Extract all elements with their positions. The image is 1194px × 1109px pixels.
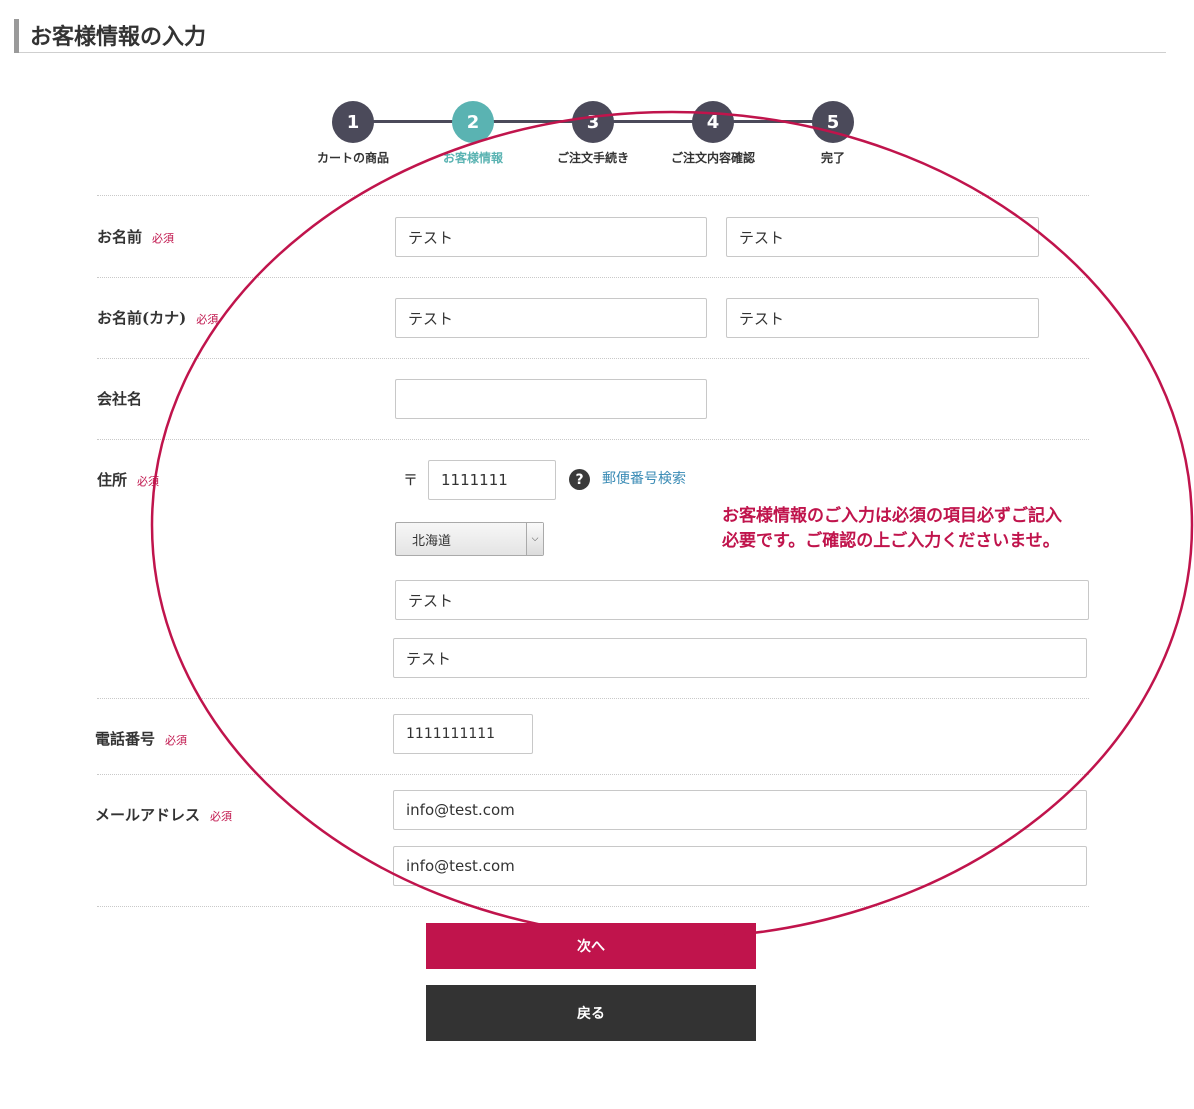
required-badge: 必須 — [165, 734, 188, 747]
prefecture-select[interactable]: 北海道 ⌵ — [395, 522, 544, 556]
required-badge: 必須 — [196, 313, 219, 326]
required-badge: 必須 — [210, 810, 233, 823]
annotation-note-line2: 必要です。ご確認の上ご入力くださいませ。 — [722, 531, 1060, 551]
phone-input[interactable]: 1111111111 — [393, 714, 533, 754]
address-line1-input[interactable]: テスト — [395, 580, 1089, 620]
last-name-input[interactable]: テスト — [395, 217, 707, 257]
step-2-label: お客様情報 — [442, 151, 503, 165]
step-2-circle: 2 — [452, 101, 494, 143]
first-name-input[interactable]: テスト — [726, 217, 1039, 257]
address-label: 住所 必須 — [97, 469, 159, 490]
company-input[interactable] — [395, 379, 707, 419]
back-button[interactable]: 戻る — [426, 985, 756, 1041]
zip-search-link[interactable]: 郵便番号検索 — [602, 468, 686, 488]
row-divider — [97, 698, 1089, 699]
address-line2-input[interactable]: テスト — [393, 638, 1087, 678]
step-1-label: カートの商品 — [316, 151, 389, 165]
address-label-text: 住所 — [97, 471, 128, 489]
help-icon[interactable]: ? — [569, 469, 590, 490]
row-divider — [97, 195, 1089, 196]
required-badge: 必須 — [137, 475, 160, 488]
email-label: メールアドレス 必須 — [95, 804, 232, 825]
page-title: お客様情報の入力 — [30, 24, 207, 50]
step-1-circle: 1 — [332, 101, 374, 143]
name-label-text: お名前 — [97, 228, 143, 246]
row-divider — [97, 439, 1089, 440]
first-name-kana-input[interactable]: テスト — [726, 298, 1039, 338]
chevron-down-icon: ⌵ — [526, 523, 543, 555]
step-3-label: ご注文手続き — [556, 151, 629, 165]
step-4-circle: 4 — [692, 101, 734, 143]
name-kana-label-text: お名前(カナ) — [97, 309, 187, 327]
annotation-note: お客様情報のご入力は必須の項目必ずご記入 必要です。ご確認の上ご入力くださいませ… — [722, 504, 1062, 554]
page-header: お客様情報の入力 — [14, 18, 1166, 53]
last-name-kana-input[interactable]: テスト — [395, 298, 707, 338]
row-divider — [97, 906, 1089, 907]
header-accent-bar — [14, 19, 19, 53]
prefecture-selected-value: 北海道 — [412, 533, 452, 549]
name-label: お名前 必須 — [97, 226, 174, 247]
row-divider — [97, 774, 1089, 775]
row-divider — [97, 277, 1089, 278]
step-5-label: 完了 — [820, 151, 845, 165]
email-input[interactable]: info@test.com — [393, 790, 1087, 830]
email-confirm-input[interactable]: info@test.com — [393, 846, 1087, 886]
email-label-text: メールアドレス — [95, 806, 201, 824]
zip-code-input[interactable]: 1111111 — [428, 460, 556, 500]
step-4-label: ご注文内容確認 — [670, 151, 755, 165]
next-button[interactable]: 次へ — [426, 923, 756, 969]
postal-mark: 〒 — [403, 471, 419, 489]
step-5-circle: 5 — [812, 101, 854, 143]
phone-label: 電話番号 必須 — [95, 728, 187, 749]
company-label: 会社名 — [97, 390, 143, 408]
annotation-note-line1: お客様情報のご入力は必須の項目必ずご記入 — [722, 506, 1062, 526]
name-kana-label: お名前(カナ) 必須 — [97, 307, 218, 328]
row-divider — [97, 358, 1089, 359]
phone-label-text: 電話番号 — [95, 730, 156, 748]
step-3-circle: 3 — [572, 101, 614, 143]
required-badge: 必須 — [152, 232, 175, 245]
